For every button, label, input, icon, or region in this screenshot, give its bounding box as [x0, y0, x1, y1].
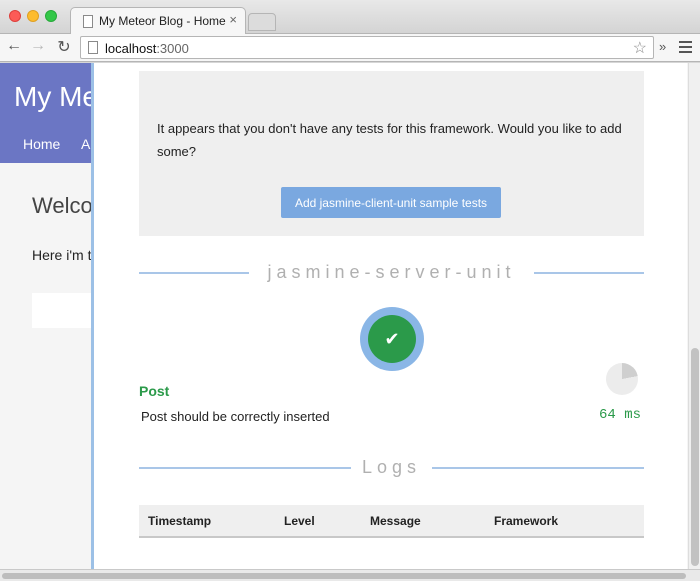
logs-table: Timestamp Level Message Framework	[139, 505, 644, 538]
url-port: :3000	[156, 41, 189, 56]
close-window-button[interactable]	[9, 10, 21, 22]
page-icon	[83, 15, 93, 28]
scrollbar-thumb[interactable]	[691, 348, 699, 566]
tab-title: My Meteor Blog - Home	[99, 14, 226, 28]
no-tests-notice: It appears that you don't have any tests…	[139, 71, 644, 236]
scrollbar-thumb[interactable]	[2, 573, 686, 579]
vertical-scrollbar[interactable]	[688, 63, 700, 569]
arrow-right-icon[interactable]: →	[28, 37, 48, 55]
divider-line	[534, 272, 644, 274]
browser-tab[interactable]: My Meteor Blog - Home ×	[70, 7, 246, 35]
url-text[interactable]: localhost:3000	[105, 41, 189, 56]
browser-tab-bar: My Meteor Blog - Home ×	[0, 0, 700, 35]
logs-section-title: Logs	[139, 457, 644, 477]
column-header-framework[interactable]: Framework	[494, 505, 644, 538]
arrow-left-icon[interactable]: ←	[4, 37, 24, 55]
pass-status-badge: ✔	[360, 307, 424, 371]
hamburger-menu-icon[interactable]	[679, 41, 692, 53]
logs-header-row: Timestamp Level Message Framework	[139, 505, 644, 538]
blog-welcome-heading: Welco	[32, 193, 93, 218]
blog-title[interactable]: My Me	[14, 81, 98, 113]
test-name: Post should be correctly inserted	[141, 409, 330, 424]
page-icon	[88, 41, 98, 54]
minimize-window-button[interactable]	[27, 10, 39, 22]
column-header-level[interactable]: Level	[284, 505, 370, 538]
zoom-window-button[interactable]	[45, 10, 57, 22]
test-duration: 64 ms	[598, 407, 641, 423]
column-header-timestamp[interactable]: Timestamp	[139, 505, 284, 538]
nav-link-about[interactable]: A	[81, 136, 90, 152]
reload-icon[interactable]: ↻	[54, 37, 74, 57]
column-header-message[interactable]: Message	[370, 505, 494, 538]
add-sample-tests-button[interactable]: Add jasmine-client-unit sample tests	[281, 187, 501, 218]
test-suite-name: Post	[139, 383, 170, 399]
url-host: localhost	[105, 41, 157, 56]
chevron-double-right-icon[interactable]: »	[659, 39, 666, 54]
divider-line	[432, 467, 644, 469]
server-section-title: jasmine-server-unit	[139, 262, 644, 282]
page-viewport: My Me Home A Welco Here i'm t It appears…	[0, 63, 700, 569]
new-tab-button[interactable]	[248, 13, 276, 31]
notice-text: It appears that you don't have any tests…	[157, 121, 622, 159]
checkmark-icon: ✔	[368, 315, 416, 363]
horizontal-scrollbar[interactable]	[0, 569, 700, 581]
velocity-panel: It appears that you don't have any tests…	[91, 63, 687, 569]
star-icon[interactable]: ☆	[633, 38, 647, 58]
blog-header: My Me Home A	[0, 63, 100, 163]
nav-link-home[interactable]: Home	[23, 136, 60, 152]
blog-intro-text: Here i'm t	[32, 247, 92, 263]
tab-close-icon[interactable]: ×	[229, 12, 237, 27]
pie-chart-icon	[606, 363, 638, 395]
address-bar[interactable]: localhost:3000 ☆	[80, 36, 654, 59]
browser-toolbar: ← → ↻ localhost:3000 ☆ »	[0, 34, 700, 62]
